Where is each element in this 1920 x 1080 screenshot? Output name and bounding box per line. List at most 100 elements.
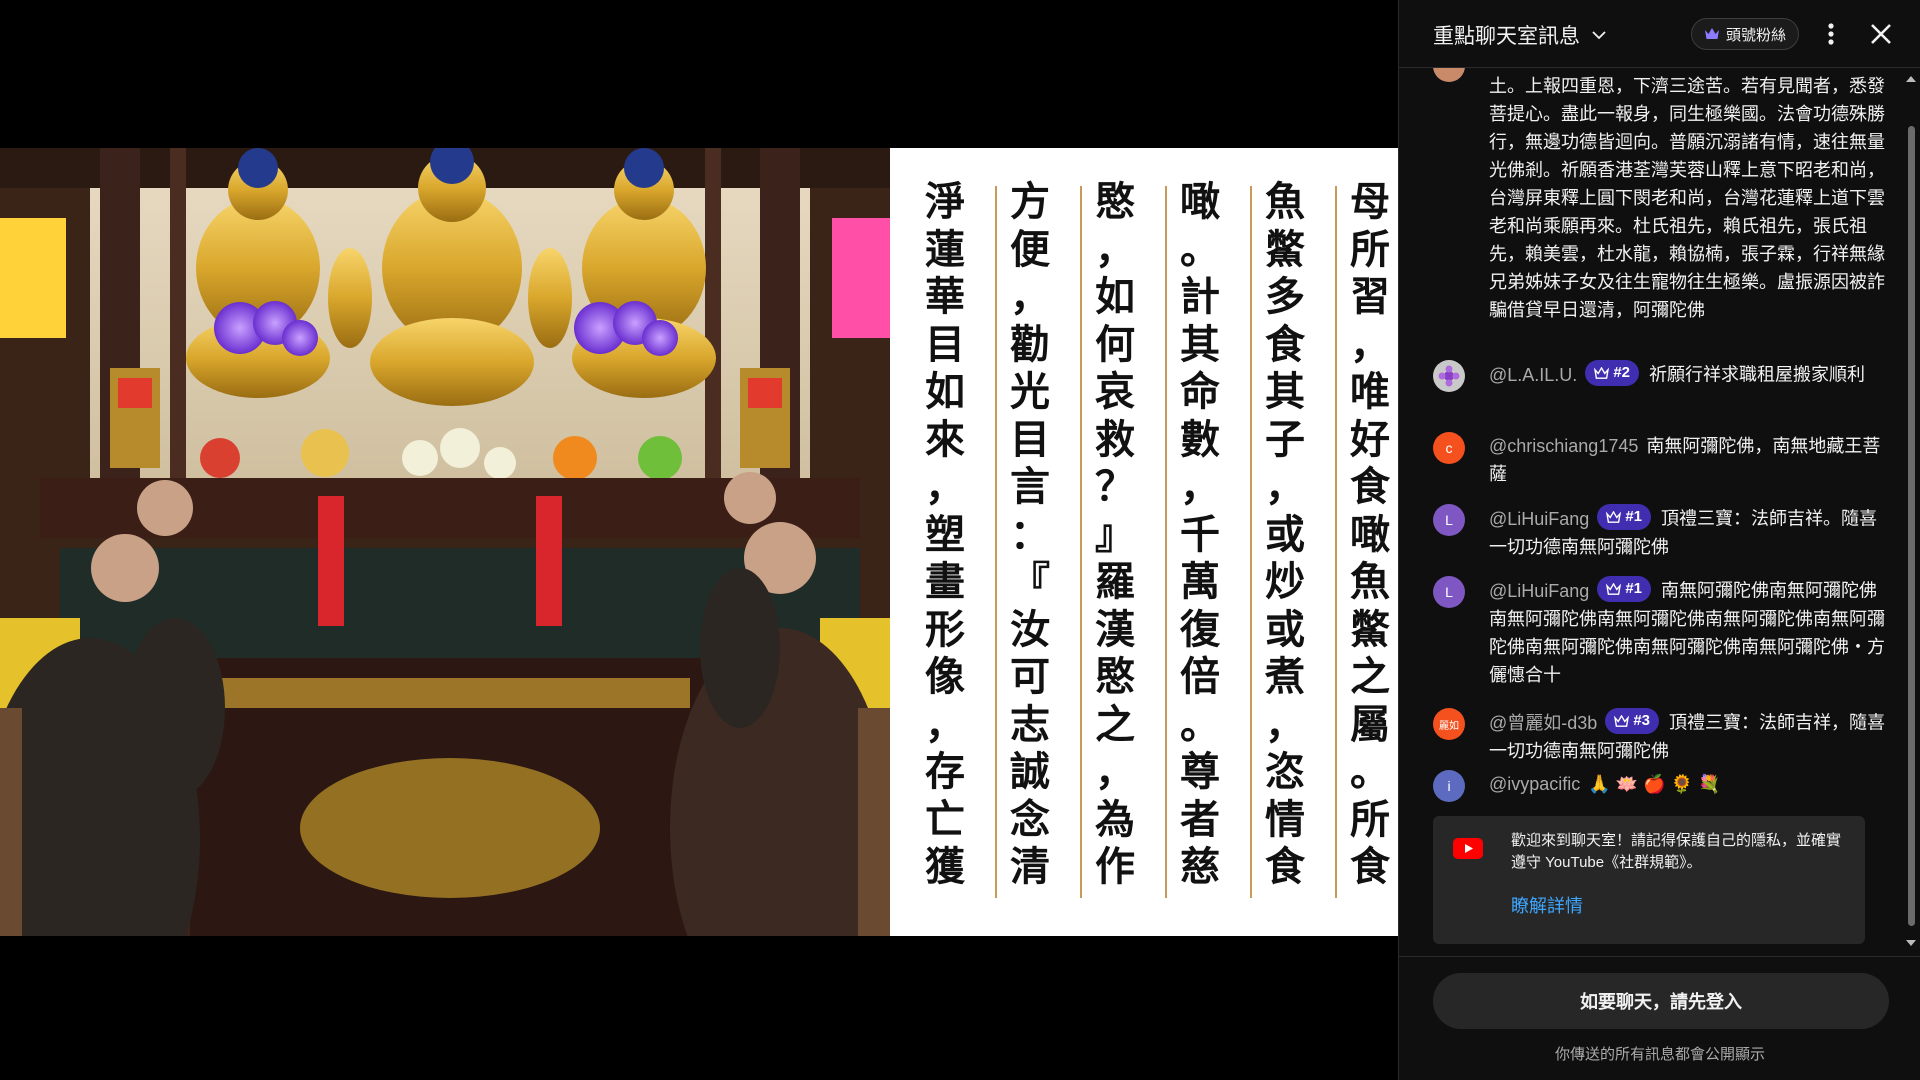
scripture-char: 食 bbox=[1265, 320, 1305, 368]
crown-icon bbox=[1614, 714, 1630, 727]
scripture-column: 母所習，唯好食噉魚鱉之屬。所食 bbox=[1340, 178, 1398, 918]
scroll-down-arrow-icon[interactable] bbox=[1904, 938, 1918, 948]
scripture-char: 食 bbox=[1350, 463, 1390, 510]
scripture-char: ， bbox=[1095, 225, 1135, 273]
scroll-up-arrow-icon[interactable] bbox=[1904, 74, 1918, 84]
chat-message: @曾麗如-d3b #3 頂禮三寶：法師吉祥，隨喜一切功德南無阿彌陀佛 bbox=[1489, 708, 1889, 765]
avatar: c bbox=[1433, 432, 1465, 464]
scripture-char: 噉 bbox=[1350, 510, 1390, 558]
scripture-char: 像 bbox=[925, 653, 965, 700]
scripture-char: 淨 bbox=[925, 178, 965, 225]
scripture-char: 所 bbox=[1350, 225, 1390, 273]
scripture-char: 獲 bbox=[925, 843, 965, 890]
avatar: L bbox=[1433, 576, 1465, 608]
public-messages-note: 你傳送的所有訊息都會公開顯示 bbox=[1554, 1046, 1765, 1063]
scripture-char: 便 bbox=[1010, 225, 1050, 273]
scripture-char: 食 bbox=[1265, 843, 1305, 890]
scripture-char: 可 bbox=[1010, 653, 1050, 700]
scripture-char: 如 bbox=[1095, 273, 1135, 320]
chat-mode-dropdown[interactable]: 重點聊天室訊息 bbox=[1433, 20, 1608, 50]
crown-icon bbox=[1705, 28, 1719, 39]
welcome-banner: 歡迎來到聊天室！請記得保護自己的隱私，並確實遵守 YouTube《社群規範》。 … bbox=[1433, 816, 1865, 944]
top-fan-badge[interactable]: 頭號粉絲 bbox=[1691, 18, 1800, 50]
scripture-char: 母 bbox=[1350, 178, 1390, 225]
chat-message-list[interactable]: 土。上報四重恩，下濟三途苦。若有見聞者，悉發菩提心。盡此一報身，同生極樂國。法會… bbox=[1399, 68, 1920, 956]
scripture-char: 』 bbox=[1095, 510, 1135, 558]
video-player[interactable]: 母所習，唯好食噉魚鱉之屬。所食 魚鱉多食其子，或炒或煮，恣情食 噉。計其命數，千… bbox=[0, 0, 1398, 1080]
message-author[interactable]: @L.A.IL.U. bbox=[1489, 365, 1577, 385]
scripture-char: 形 bbox=[925, 605, 965, 653]
scripture-column: 愍，如何哀救？』羅漢愍之，為作 bbox=[1085, 178, 1145, 918]
scripture-column: 魚鱉多食其子，或炒或煮，恣情食 bbox=[1255, 178, 1315, 918]
scripture-char: 哀 bbox=[1095, 368, 1135, 415]
scripture-char: 恣 bbox=[1265, 748, 1305, 795]
scripture-char: 漢 bbox=[1095, 605, 1135, 653]
scripture-char: 多 bbox=[1265, 273, 1305, 320]
rank-badge: #1 bbox=[1597, 576, 1652, 602]
scripture-column: 方便，勸光目言：『汝可志誠念清 bbox=[1000, 178, 1060, 918]
scripture-column: 淨蓮華目如來，塑畫形像，存亡獲 bbox=[915, 178, 975, 918]
scripture-char: ， bbox=[1095, 748, 1135, 795]
avatar-letter: L bbox=[1445, 512, 1453, 528]
video-frame[interactable]: 母所習，唯好食噉魚鱉之屬。所食 魚鱉多食其子，或炒或煮，恣情食 噉。計其命數，千… bbox=[0, 148, 1398, 936]
rank-badge: #1 bbox=[1597, 504, 1652, 530]
avatar-letter: 麗如 bbox=[1439, 720, 1459, 732]
chat-title: 重點聊天室訊息 bbox=[1433, 25, 1580, 48]
chat-message: @ivypacific 🙏 🪷 🍎 🌻 💐 bbox=[1489, 770, 1889, 798]
scripture-char: 羅 bbox=[1095, 558, 1135, 605]
scripture-char: 存 bbox=[925, 748, 965, 795]
crown-icon bbox=[1594, 366, 1610, 379]
scripture-char: 倍 bbox=[1180, 653, 1220, 700]
close-icon[interactable] bbox=[1867, 20, 1895, 48]
scripture-panel: 母所習，唯好食噉魚鱉之屬。所食 魚鱉多食其子，或炒或煮，恣情食 噉。計其命數，千… bbox=[890, 148, 1398, 936]
scripture-char: 何 bbox=[1095, 320, 1135, 368]
rank-label: #1 bbox=[1625, 580, 1643, 597]
column-rule bbox=[1080, 186, 1082, 898]
scripture-char: ， bbox=[1010, 273, 1050, 320]
sign-in-to-chat-button[interactable]: 如要聊天，請先登入 bbox=[1433, 973, 1889, 1029]
scripture-char: 鱉 bbox=[1350, 605, 1390, 653]
scripture-char: 數 bbox=[1180, 415, 1220, 463]
scripture-char: 萬 bbox=[1180, 558, 1220, 605]
youtube-icon bbox=[1453, 838, 1483, 859]
message-author[interactable]: @LiHuiFang bbox=[1489, 509, 1589, 529]
chat-message: @LiHuiFang #1 頂禮三寶：法師吉祥。隨喜一切功德南無阿彌陀佛 bbox=[1489, 504, 1889, 561]
top-fan-label: 頭號粉絲 bbox=[1726, 26, 1787, 44]
message-author[interactable]: @曾麗如-d3b bbox=[1489, 713, 1597, 733]
scripture-char: 亡 bbox=[925, 795, 965, 843]
chat-message: @chrischiang1745 南無阿彌陀佛，南無地藏王菩薩 bbox=[1489, 432, 1889, 488]
scripture-char: 魚 bbox=[1265, 178, 1305, 225]
chat-footer: 如要聊天，請先登入 你傳送的所有訊息都會公開顯示 bbox=[1399, 956, 1920, 1080]
live-chat-panel: 重點聊天室訊息 頭號粉絲 土。上報四重恩，下濟三途苦。若有見聞者，悉發菩提心。盡… bbox=[1398, 0, 1920, 1080]
message-text: 祈願行祥求職租屋搬家順利 bbox=[1649, 364, 1865, 385]
scripture-char: 為 bbox=[1095, 795, 1135, 843]
scripture-char: 其 bbox=[1180, 320, 1220, 368]
scripture-char: 汝 bbox=[1010, 605, 1050, 653]
crown-icon bbox=[1606, 510, 1622, 523]
scripture-char: 作 bbox=[1095, 843, 1135, 890]
scripture-char: 目 bbox=[925, 320, 965, 368]
message-author[interactable]: @chrischiang1745 bbox=[1489, 436, 1638, 456]
welcome-text: 歡迎來到聊天室！請記得保護自己的隱私，並確實遵守 YouTube《社群規範》。 bbox=[1511, 832, 1842, 871]
scripture-char: 鱉 bbox=[1265, 225, 1305, 273]
scripture-char: 塑 bbox=[925, 510, 965, 558]
rank-badge: #3 bbox=[1605, 708, 1659, 734]
more-options-icon[interactable] bbox=[1817, 20, 1845, 48]
scripture-char: 子 bbox=[1265, 415, 1305, 463]
avatar: L bbox=[1433, 504, 1465, 536]
scripture-char: 目 bbox=[1010, 415, 1050, 463]
scripture-char: 噉 bbox=[1180, 178, 1220, 225]
scripture-char: 愍 bbox=[1095, 653, 1135, 700]
message-author[interactable]: @LiHuiFang bbox=[1489, 581, 1589, 601]
emoji-message-text: 🙏 🪷 🍎 🌻 💐 bbox=[1588, 774, 1721, 794]
scripture-char: 尊 bbox=[1180, 748, 1220, 795]
message-author[interactable]: @ivypacific bbox=[1489, 774, 1580, 794]
learn-more-link[interactable]: 瞭解詳情 bbox=[1511, 892, 1583, 918]
scripture-char: 炒 bbox=[1265, 558, 1305, 605]
column-rule bbox=[1335, 186, 1337, 898]
scripture-char: ， bbox=[925, 463, 965, 510]
chat-message: @LiHuiFang #1 南無阿彌陀佛南無阿彌陀佛南無阿彌陀佛南無阿彌陀佛南無阿彌… bbox=[1489, 576, 1889, 689]
scrollbar-thumb[interactable] bbox=[1908, 126, 1915, 926]
scripture-char: 勸 bbox=[1010, 320, 1050, 368]
scripture-char: 情 bbox=[1265, 795, 1305, 843]
